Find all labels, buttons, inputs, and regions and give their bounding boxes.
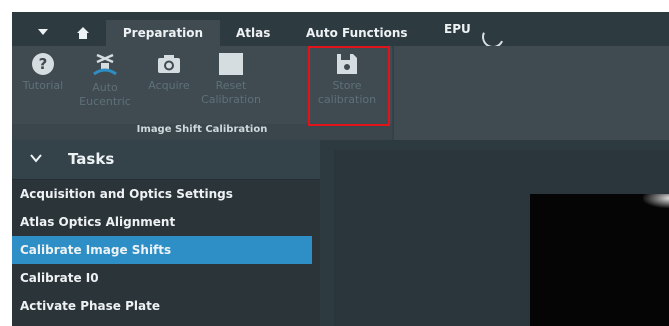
reset-calibration-label: Reset Calibration [201,79,261,106]
menu-caret-icon[interactable] [38,29,48,35]
ribbon-group-label: Image Shift Calibration [12,124,392,140]
main-content-panel [334,150,669,326]
tutorial-button[interactable]: ? Tutorial [12,52,74,124]
image-bright-spot [643,194,669,208]
tasks-panel: Tasks Acquisition and Optics Settings At… [12,140,320,326]
reset-calibration-button[interactable]: Reset Calibration [200,52,262,124]
task-item[interactable]: Acquisition and Optics Settings [12,180,312,208]
ribbon-divider [392,46,394,140]
home-icon[interactable] [76,26,90,40]
reset-square-icon [219,53,243,75]
epu-window: Preparation Atlas Auto Functions EPU ? T… [12,12,669,326]
task-item-selected[interactable]: Calibrate Image Shifts [12,236,312,264]
tutorial-label: Tutorial [22,79,64,92]
task-item[interactable]: Activate Phase Plate [12,292,312,320]
tab-atlas[interactable]: Atlas [228,20,278,46]
svg-text:?: ? [39,55,48,73]
chevron-down-icon [30,154,42,163]
tasks-header[interactable]: Tasks [12,140,320,180]
acquire-label: Acquire [148,79,190,92]
acquire-button[interactable]: Acquire [138,52,200,124]
eucentric-icon [93,53,117,76]
tab-bar: Preparation Atlas Auto Functions EPU [12,12,669,52]
tab-auto-functions[interactable]: Auto Functions [298,20,416,46]
help-icon: ? [32,53,54,75]
tab-preparation[interactable]: Preparation [106,20,220,46]
tab-epu[interactable]: EPU [436,16,479,42]
tasks-title: Tasks [68,150,115,168]
camera-icon [158,55,180,73]
auto-eucentric-button[interactable]: Auto Eucentric [74,52,136,124]
task-item[interactable]: Calibrate I0 [12,264,312,292]
highlight-annotation-box [308,46,390,126]
auto-eucentric-label: Auto Eucentric [79,81,131,108]
main-area [320,140,669,326]
task-item[interactable]: Atlas Optics Alignment [12,208,312,236]
image-viewer[interactable] [530,194,669,326]
